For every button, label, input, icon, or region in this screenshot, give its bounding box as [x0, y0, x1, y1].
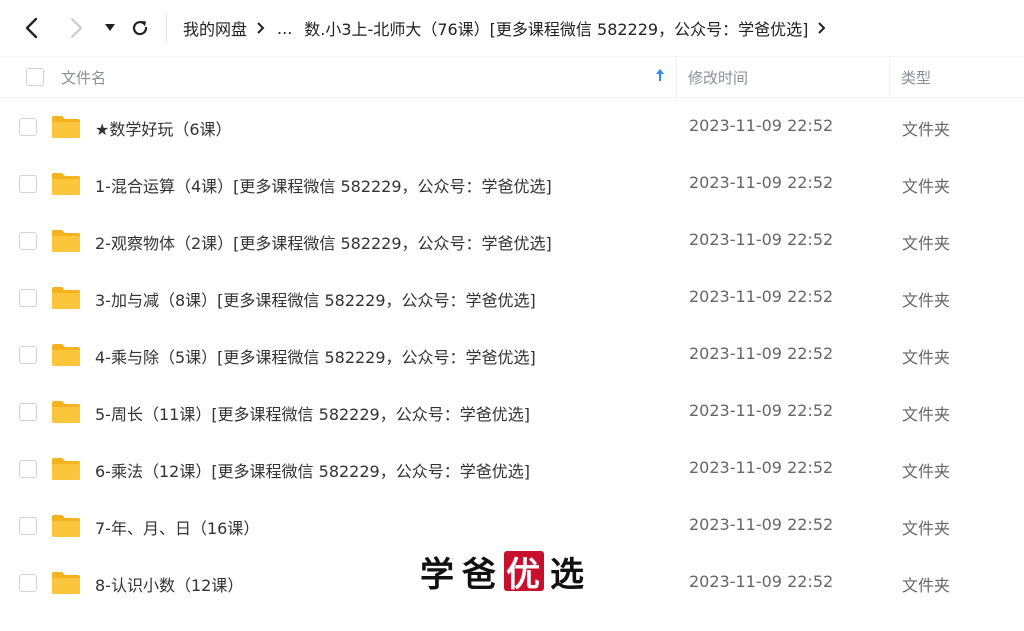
row-checkbox[interactable] — [19, 517, 37, 535]
toolbar-divider — [166, 14, 167, 42]
chevron-left-icon — [25, 17, 38, 39]
folder-icon — [52, 344, 80, 366]
folder-icon — [52, 116, 80, 138]
breadcrumb-separator-icon — [818, 22, 826, 34]
row-checkbox[interactable] — [19, 403, 37, 421]
file-modified: 2023-11-09 22:52 — [689, 173, 834, 192]
refresh-button[interactable] — [126, 14, 154, 42]
table-row[interactable]: 7-年、月、日（16课） 2023-11-09 22:52 文件夹 — [0, 497, 1024, 554]
header-name[interactable]: 文件名 — [61, 67, 106, 88]
file-type: 文件夹 — [902, 234, 951, 253]
file-modified: 2023-11-09 22:52 — [689, 458, 834, 477]
folder-icon — [52, 515, 80, 537]
file-type: 文件夹 — [902, 462, 951, 481]
file-modified: 2023-11-09 22:52 — [689, 344, 834, 363]
breadcrumb-current: 数.小3上-北师大（76课）[更多课程微信 582229，公众号：学爸优选] — [304, 20, 809, 39]
column-divider[interactable] — [676, 57, 677, 97]
file-name[interactable]: 2-观察物体（2课）[更多课程微信 582229，公众号：学爸优选] — [95, 230, 552, 254]
table-row[interactable]: 6-乘法（12课）[更多课程微信 582229，公众号：学爸优选] 2023-1… — [0, 440, 1024, 497]
file-type: 文件夹 — [902, 291, 951, 310]
history-dropdown-button[interactable] — [100, 14, 120, 42]
file-type: 文件夹 — [902, 576, 951, 595]
table-row[interactable]: 4-乘与除（5课）[更多课程微信 582229，公众号：学爸优选] 2023-1… — [0, 326, 1024, 383]
watermark-char: 学 — [420, 554, 456, 595]
refresh-icon — [132, 20, 148, 36]
file-modified: 2023-11-09 22:52 — [689, 287, 834, 306]
back-button[interactable] — [18, 14, 46, 42]
file-modified: 2023-11-09 22:52 — [689, 230, 834, 249]
file-type: 文件夹 — [902, 348, 951, 367]
table-row[interactable]: ★数学好玩（6课） 2023-11-09 22:52 文件夹 — [0, 98, 1024, 155]
file-type: 文件夹 — [902, 120, 951, 139]
file-list: ★数学好玩（6课） 2023-11-09 22:52 文件夹 1-混合运算（4课… — [0, 98, 1024, 611]
breadcrumb-root[interactable]: 我的网盘 — [183, 16, 247, 40]
row-checkbox[interactable] — [19, 118, 37, 136]
table-row[interactable]: 1-混合运算（4课）[更多课程微信 582229，公众号：学爸优选] 2023-… — [0, 155, 1024, 212]
folder-icon — [52, 173, 80, 195]
header-type[interactable]: 类型 — [901, 67, 931, 88]
row-checkbox[interactable] — [19, 574, 37, 592]
chevron-right-icon — [71, 18, 82, 38]
watermark-logo: 学 爸 优 选 — [420, 549, 592, 595]
file-modified: 2023-11-09 22:52 — [689, 116, 834, 135]
folder-icon — [52, 572, 80, 594]
file-name[interactable]: 8-认识小数（12课） — [95, 572, 243, 596]
breadcrumb-ellipsis[interactable]: ... — [277, 19, 292, 38]
file-modified: 2023-11-09 22:52 — [689, 572, 834, 591]
select-all-checkbox[interactable] — [26, 68, 44, 86]
file-name[interactable]: ★数学好玩（6课） — [95, 116, 232, 140]
folder-icon — [52, 287, 80, 309]
folder-icon — [52, 401, 80, 423]
table-row[interactable]: 5-周长（11课）[更多课程微信 582229，公众号：学爸优选] 2023-1… — [0, 383, 1024, 440]
file-type: 文件夹 — [902, 177, 951, 196]
file-name[interactable]: 7-年、月、日（16课） — [95, 515, 259, 539]
file-type: 文件夹 — [902, 405, 951, 424]
arrow-up-icon[interactable] — [655, 68, 665, 86]
row-checkbox[interactable] — [19, 460, 37, 478]
header-modified[interactable]: 修改时间 — [688, 67, 748, 88]
toolbar: 我的网盘 ... 数.小3上-北师大（76课）[更多课程微信 582229，公众… — [0, 0, 1024, 56]
folder-icon — [52, 230, 80, 252]
caret-down-icon — [105, 24, 115, 31]
watermark-char: 爸 — [462, 554, 498, 595]
watermark-stamp: 优 — [504, 551, 544, 595]
breadcrumb: 我的网盘 ... 数.小3上-北师大（76课）[更多课程微信 582229，公众… — [183, 14, 838, 42]
file-name[interactable]: 6-乘法（12课）[更多课程微信 582229，公众号：学爸优选] — [95, 458, 530, 482]
table-header: 文件名 修改时间 类型 — [0, 56, 1024, 98]
row-checkbox[interactable] — [19, 175, 37, 193]
file-modified: 2023-11-09 22:52 — [689, 401, 834, 420]
breadcrumb-separator-icon — [257, 22, 265, 34]
forward-button[interactable] — [62, 14, 90, 42]
file-name[interactable]: 4-乘与除（5课）[更多课程微信 582229，公众号：学爸优选] — [95, 344, 536, 368]
column-divider[interactable] — [889, 57, 890, 97]
file-name[interactable]: 3-加与减（8课）[更多课程微信 582229，公众号：学爸优选] — [95, 287, 536, 311]
watermark-char: 选 — [550, 554, 586, 595]
file-name[interactable]: 5-周长（11课）[更多课程微信 582229，公众号：学爸优选] — [95, 401, 530, 425]
row-checkbox[interactable] — [19, 346, 37, 364]
folder-icon — [52, 458, 80, 480]
row-checkbox[interactable] — [19, 289, 37, 307]
file-modified: 2023-11-09 22:52 — [689, 515, 834, 534]
file-name[interactable]: 1-混合运算（4课）[更多课程微信 582229，公众号：学爸优选] — [95, 173, 552, 197]
row-checkbox[interactable] — [19, 232, 37, 250]
table-row[interactable]: 2-观察物体（2课）[更多课程微信 582229，公众号：学爸优选] 2023-… — [0, 212, 1024, 269]
file-type: 文件夹 — [902, 519, 951, 538]
table-row[interactable]: 3-加与减（8课）[更多课程微信 582229，公众号：学爸优选] 2023-1… — [0, 269, 1024, 326]
